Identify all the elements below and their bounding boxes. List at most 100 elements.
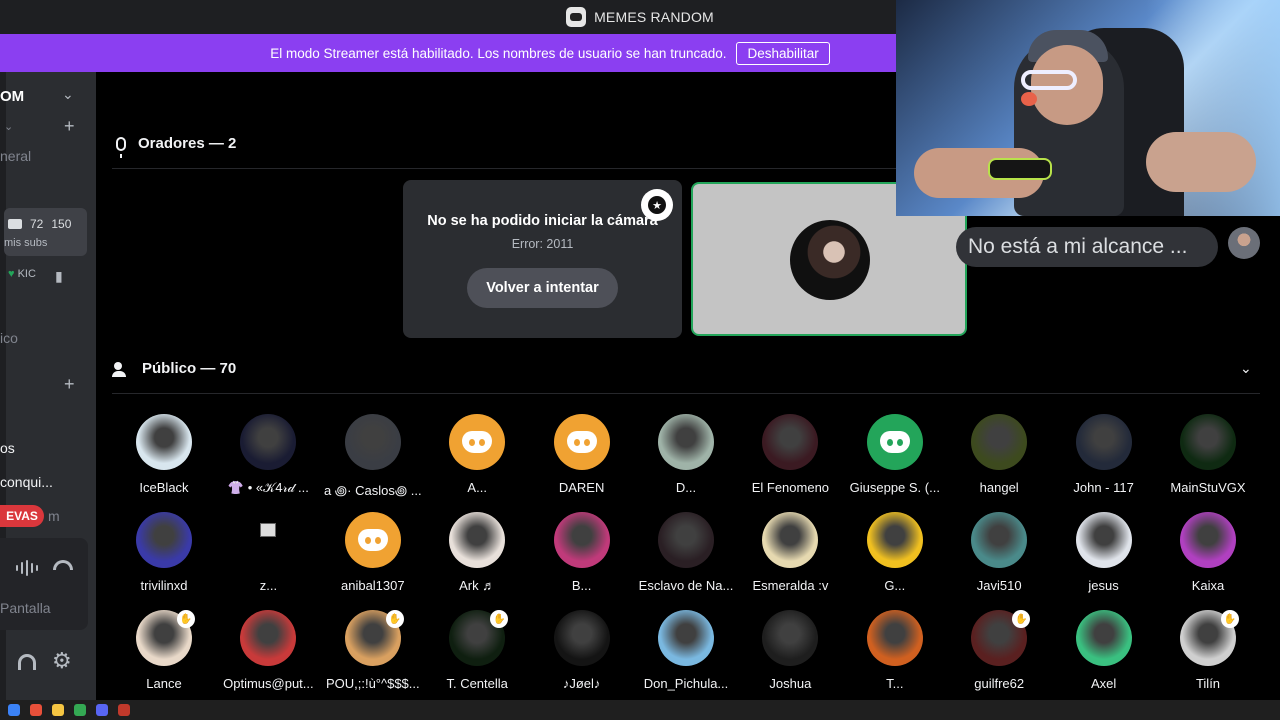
file-explorer-icon[interactable]: [52, 704, 64, 716]
member-name: DAREN: [558, 480, 605, 495]
audience-member[interactable]: Javi510: [947, 512, 1051, 600]
member-name: Esmeralda :v: [752, 578, 829, 593]
audience-member[interactable]: IceBlack: [112, 414, 216, 502]
audience-member[interactable]: trivilinxd: [112, 512, 216, 600]
audience-member[interactable]: G...: [843, 512, 947, 600]
audience-member[interactable]: 👚 • «𝒦4𝓇𝒹 ...: [216, 414, 320, 502]
channel-item-general[interactable]: neral: [0, 148, 31, 164]
raised-hand-icon: ✋: [1012, 610, 1031, 628]
disable-streamer-button[interactable]: Deshabilitar: [736, 41, 830, 65]
audience-member[interactable]: Esclavo de Na...: [634, 512, 738, 600]
os-taskbar: [0, 700, 1280, 720]
audience-member[interactable]: D...: [634, 414, 738, 502]
audience-member[interactable]: Axel: [1052, 610, 1156, 698]
audience-member[interactable]: Kaixa: [1156, 512, 1260, 600]
audience-member[interactable]: MainStuVGX: [1156, 414, 1260, 502]
member-avatar: [971, 512, 1028, 568]
screen-share-label[interactable]: Pantalla: [0, 600, 51, 616]
member-name: Axel: [1090, 676, 1117, 691]
live-count: 72: [30, 217, 44, 231]
audience-member[interactable]: ✋ Tilín: [1156, 610, 1260, 698]
member-avatar: [1180, 414, 1236, 470]
audience-member[interactable]: El Fenomeno: [738, 414, 842, 502]
member-name: T. Centella: [446, 676, 508, 691]
audience-member[interactable]: T...: [843, 610, 947, 698]
member-name: Tilín: [1195, 676, 1221, 691]
audience-member[interactable]: A...: [425, 414, 529, 502]
chevron-down-icon[interactable]: ⌄: [62, 86, 74, 103]
member-name: Lance: [146, 676, 182, 691]
channel-item-m[interactable]: m: [48, 508, 60, 524]
category-chevron-icon[interactable]: ⌄: [4, 120, 13, 133]
stage-channel-subtitle: mis subs: [4, 237, 48, 249]
member-name: a ꩜· Caslos꩜ ...: [323, 483, 422, 498]
member-avatar: [658, 610, 714, 666]
channel-item-publico[interactable]: ico: [0, 330, 18, 346]
member-name: trivilinxd: [140, 578, 188, 593]
audience-title: Público — 70: [142, 360, 237, 377]
audience-member[interactable]: Joshua: [738, 610, 842, 698]
retry-camera-button[interactable]: Volver a intentar: [467, 268, 618, 308]
audience-member[interactable]: Ark ♬: [425, 512, 529, 600]
member-avatar: [762, 414, 819, 470]
audience-member[interactable]: jesus: [1052, 512, 1156, 600]
raised-hand-icon: ✋: [490, 610, 509, 628]
video-icon[interactable]: ▮: [55, 268, 63, 285]
audience-member[interactable]: ✋ guilfre62: [947, 610, 1051, 698]
speakers-header: Oradores — 2: [112, 135, 237, 158]
discord-logo-icon: [879, 431, 910, 453]
add-channel-icon-2[interactable]: +: [64, 374, 75, 395]
member-avatar: [1075, 512, 1132, 568]
chrome-icon[interactable]: [74, 704, 86, 716]
member-avatar: [1180, 512, 1236, 568]
collapse-audience-chevron-icon[interactable]: ⌄: [1240, 360, 1252, 377]
audience-member[interactable]: ✋ POU,;:!ù°^$$$...: [321, 610, 425, 698]
disconnect-icon[interactable]: [53, 560, 73, 570]
member-name: Kaixa: [1191, 578, 1225, 593]
audience-member[interactable]: Giuseppe S. (...: [843, 414, 947, 502]
member-name: G...: [884, 578, 906, 593]
audience-member[interactable]: hangel: [947, 414, 1051, 502]
member-avatar: [240, 414, 297, 470]
audience-member[interactable]: Esmeralda :v: [738, 512, 842, 600]
member-avatar: [866, 414, 923, 470]
headphones-icon[interactable]: [18, 654, 36, 670]
audience-member[interactable]: Optimus@put...: [216, 610, 320, 698]
audience-member[interactable]: anibal1307: [321, 512, 425, 600]
audience-member[interactable]: ✋ Lance: [112, 610, 216, 698]
member-name: hangel: [979, 480, 1019, 495]
audience-member[interactable]: ✋ T. Centella: [425, 610, 529, 698]
audience-member[interactable]: Don_Pichula...: [634, 610, 738, 698]
audience-member[interactable]: DAREN: [530, 414, 634, 502]
obs-icon[interactable]: [118, 704, 130, 716]
channel-item-conquista[interactable]: conqui...: [0, 474, 53, 490]
audience-divider: [112, 393, 1260, 394]
voice-waveform-icon[interactable]: [16, 560, 38, 576]
audience-member[interactable]: B...: [530, 512, 634, 600]
raised-hand-icon: ✋: [385, 610, 404, 628]
audience-member[interactable]: a ꩜· Caslos꩜ ...: [321, 414, 425, 502]
audience-member[interactable]: ♪Jøel♪: [530, 610, 634, 698]
audience-member[interactable]: John - 117: [1052, 414, 1156, 502]
member-name: Joshua: [769, 676, 812, 691]
server-name-fragment[interactable]: OM: [0, 88, 24, 105]
speakers-title: Oradores — 2: [138, 135, 237, 152]
member-name: Javi510: [976, 578, 1022, 593]
member-avatar: [344, 414, 401, 470]
moderator-star-icon: ★: [641, 189, 673, 221]
channel-item-os[interactable]: os: [0, 440, 15, 456]
settings-gear-icon[interactable]: ⚙: [52, 650, 72, 672]
new-messages-badge[interactable]: EVAS: [0, 505, 44, 527]
audience-member[interactable]: z...: [216, 512, 320, 600]
windows-icon[interactable]: [8, 704, 20, 716]
member-avatar: [344, 512, 401, 568]
activity-item[interactable]: ♥ KIC: [8, 268, 36, 280]
member-avatar: [136, 414, 192, 470]
member-name: ♪Jøel♪: [562, 676, 601, 691]
member-avatar: [762, 512, 819, 568]
discord-icon[interactable]: [96, 704, 108, 716]
brave-browser-icon[interactable]: [30, 704, 42, 716]
add-channel-icon[interactable]: +: [64, 116, 75, 137]
member-name: B...: [571, 578, 592, 593]
discord-logo-icon: [566, 431, 597, 453]
